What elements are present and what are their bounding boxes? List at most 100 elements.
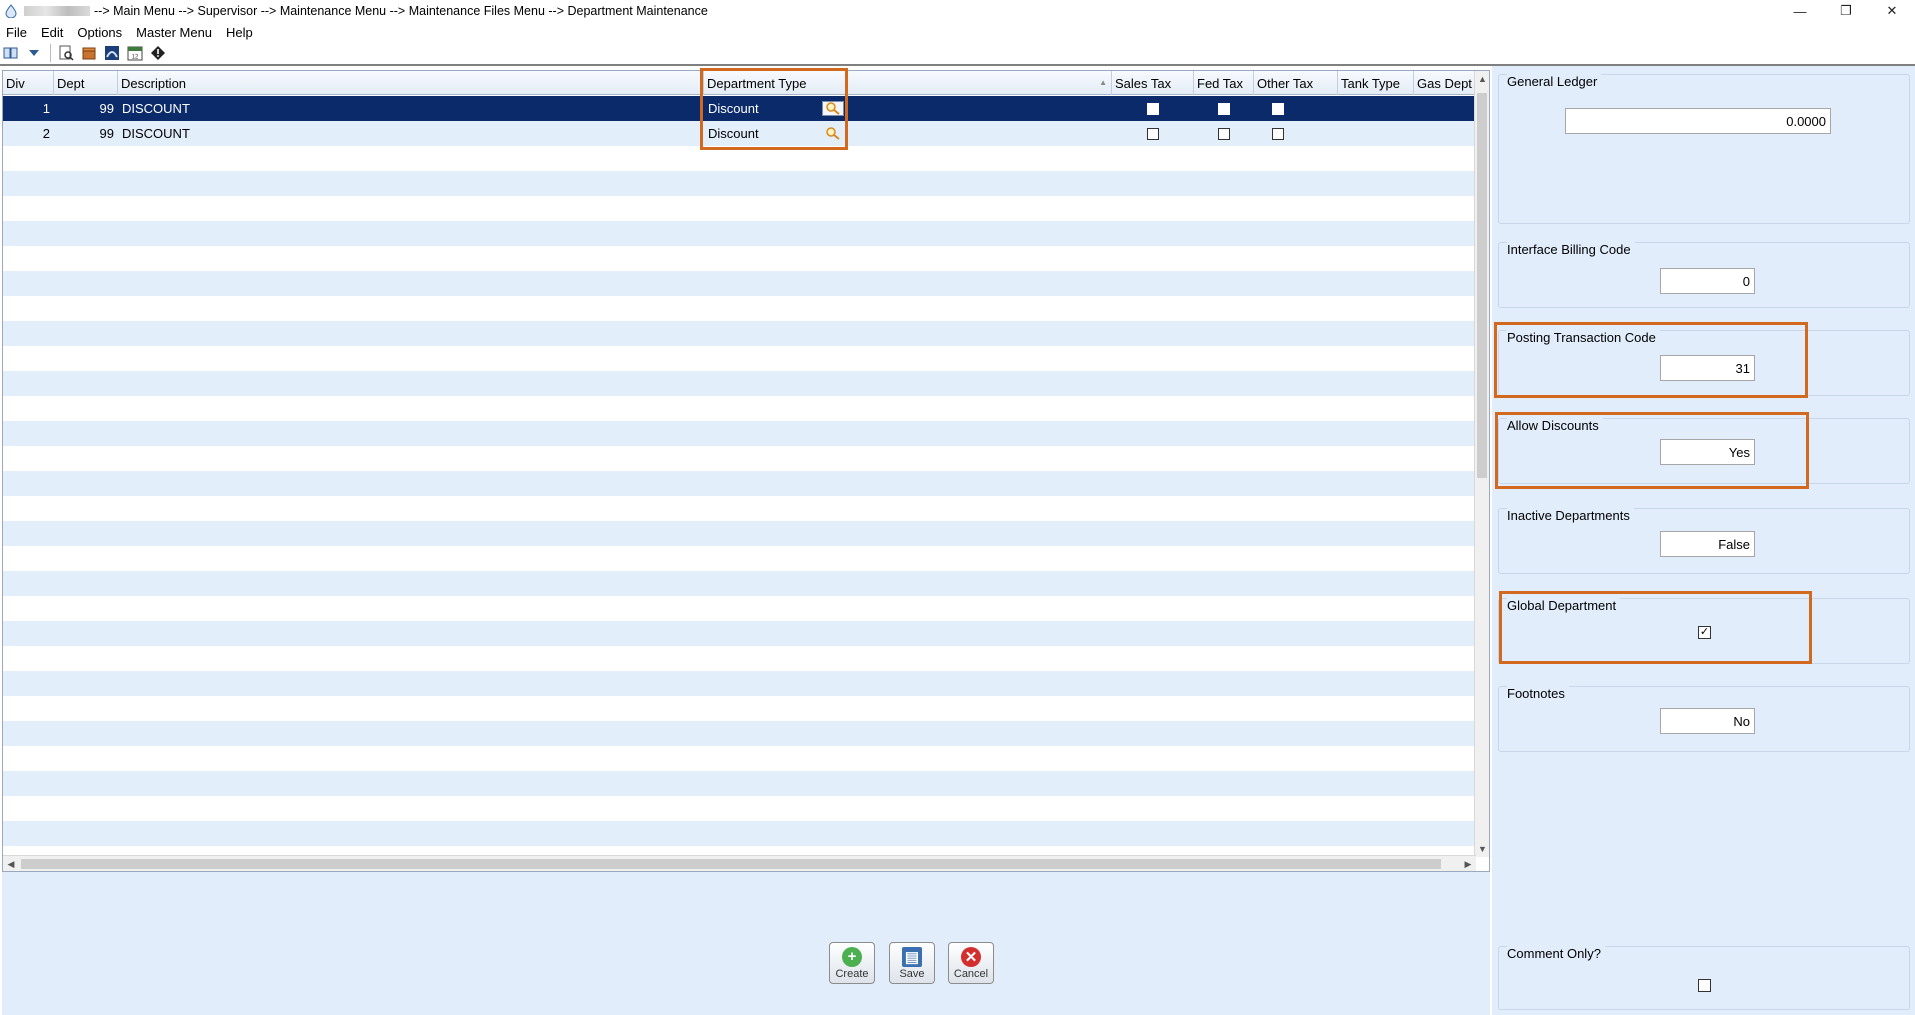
menu-help[interactable]: Help bbox=[226, 25, 253, 40]
inactive-departments-field[interactable]: False bbox=[1660, 531, 1755, 557]
magnifier-lookup-icon[interactable] bbox=[822, 101, 844, 116]
save-button[interactable]: ▤ Save bbox=[889, 942, 935, 984]
empty-row bbox=[3, 171, 1476, 196]
header-gas-dept[interactable]: Gas Dept bbox=[1414, 71, 1476, 95]
header-department-type[interactable]: Department Type ▲ bbox=[704, 71, 1112, 95]
print-preview-icon[interactable] bbox=[57, 44, 75, 62]
cell-department-type[interactable]: Discount bbox=[704, 96, 1112, 121]
magnifier-lookup-icon[interactable] bbox=[822, 126, 844, 141]
sales-tax-checkbox[interactable] bbox=[1147, 102, 1159, 115]
footnotes-group: Footnotes No bbox=[1498, 686, 1910, 752]
department-type-value: Discount bbox=[708, 126, 759, 141]
empty-row bbox=[3, 396, 1476, 421]
empty-row bbox=[3, 546, 1476, 571]
horizontal-scrollbar[interactable]: ◀ ▶ bbox=[3, 855, 1476, 871]
menu-file[interactable]: File bbox=[6, 25, 27, 40]
empty-row bbox=[3, 246, 1476, 271]
header-fed-tax[interactable]: Fed Tax bbox=[1194, 71, 1254, 95]
app-drop-icon bbox=[5, 4, 17, 18]
global-department-checkbox[interactable]: ✓ bbox=[1698, 626, 1711, 639]
dropdown-arrow-icon[interactable] bbox=[25, 44, 43, 62]
empty-row bbox=[3, 496, 1476, 521]
table-row[interactable]: 1 99 DISCOUNT Discount bbox=[3, 96, 1476, 121]
empty-row bbox=[3, 521, 1476, 546]
department-grid[interactable]: Div Dept Description Department Type ▲ S… bbox=[2, 70, 1490, 872]
create-button[interactable]: + Create bbox=[829, 942, 875, 984]
vertical-scroll-thumb[interactable] bbox=[1477, 93, 1487, 478]
fed-tax-checkbox[interactable] bbox=[1218, 127, 1230, 140]
toolbar-separator bbox=[50, 44, 51, 62]
cell-fed-tax[interactable] bbox=[1194, 121, 1254, 146]
scroll-right-icon[interactable]: ▶ bbox=[1460, 856, 1476, 871]
cell-other-tax[interactable] bbox=[1254, 96, 1338, 121]
empty-row bbox=[3, 221, 1476, 246]
cell-description: DISCOUNT bbox=[122, 101, 190, 116]
save-button-label: Save bbox=[899, 967, 925, 980]
header-dept[interactable]: Dept bbox=[54, 71, 118, 95]
other-tax-checkbox[interactable] bbox=[1272, 102, 1284, 115]
cell-other-tax[interactable] bbox=[1254, 121, 1338, 146]
sales-tax-checkbox[interactable] bbox=[1147, 127, 1159, 140]
general-ledger-field[interactable]: 0.0000 bbox=[1565, 108, 1831, 134]
empty-row bbox=[3, 621, 1476, 646]
x-circle-icon: ✕ bbox=[961, 946, 981, 967]
cell-department-type[interactable]: Discount bbox=[704, 121, 1112, 146]
empty-row bbox=[3, 571, 1476, 596]
cancel-button[interactable]: ✕ Cancel bbox=[948, 942, 994, 984]
cell-tank-type bbox=[1338, 96, 1414, 121]
header-description[interactable]: Description bbox=[118, 71, 704, 95]
scroll-left-icon[interactable]: ◀ bbox=[3, 856, 19, 871]
info-diamond-icon[interactable] bbox=[149, 44, 167, 62]
scroll-up-icon[interactable]: ▲ bbox=[1475, 71, 1489, 87]
cell-sales-tax[interactable] bbox=[1112, 96, 1194, 121]
header-tank-type[interactable]: Tank Type bbox=[1338, 71, 1414, 95]
sort-ascending-icon: ▲ bbox=[1099, 78, 1107, 87]
footnotes-label: Footnotes bbox=[1507, 686, 1569, 701]
allow-discounts-group: Allow Discounts Yes bbox=[1498, 418, 1910, 484]
grid-header: Div Dept Description Department Type ▲ S… bbox=[3, 71, 1476, 95]
posting-transaction-code-field[interactable]: 31 bbox=[1660, 355, 1755, 381]
inactive-departments-group: Inactive Departments False bbox=[1498, 508, 1910, 574]
empty-row bbox=[3, 596, 1476, 621]
calendar-icon[interactable]: 12 bbox=[126, 44, 144, 62]
checkmark-icon: ✓ bbox=[1699, 626, 1710, 638]
header-other-tax[interactable]: Other Tax bbox=[1254, 71, 1338, 95]
cancel-button-label: Cancel bbox=[953, 967, 989, 980]
allow-discounts-field[interactable]: Yes bbox=[1660, 439, 1755, 465]
cell-sales-tax[interactable] bbox=[1112, 121, 1194, 146]
vertical-scrollbar[interactable]: ▲ ▼ bbox=[1474, 71, 1489, 857]
cell-tank-type bbox=[1338, 121, 1414, 146]
empty-row bbox=[3, 421, 1476, 446]
header-sales-tax[interactable]: Sales Tax bbox=[1112, 71, 1194, 95]
minimize-button[interactable]: — bbox=[1777, 0, 1823, 22]
restore-button[interactable]: ❐ bbox=[1823, 0, 1869, 22]
footnotes-field[interactable]: No bbox=[1660, 708, 1755, 734]
fed-tax-checkbox[interactable] bbox=[1218, 102, 1230, 115]
scroll-down-icon[interactable]: ▼ bbox=[1475, 841, 1489, 857]
comment-only-checkbox[interactable] bbox=[1698, 979, 1711, 992]
inactive-departments-label: Inactive Departments bbox=[1507, 508, 1634, 523]
book-icon[interactable] bbox=[2, 44, 20, 62]
table-row[interactable]: 2 99 DISCOUNT Discount bbox=[3, 121, 1476, 146]
interface-billing-code-field[interactable]: 0 bbox=[1660, 268, 1755, 294]
department-type-value: Discount bbox=[708, 101, 759, 116]
menu-bar: File Edit Options Master Menu Help bbox=[0, 22, 1915, 42]
comment-only-label: Comment Only? bbox=[1507, 946, 1605, 961]
menu-options[interactable]: Options bbox=[77, 25, 122, 40]
menu-master-menu[interactable]: Master Menu bbox=[136, 25, 212, 40]
breadcrumb-path: --> Main Menu --> Supervisor --> Mainten… bbox=[94, 4, 708, 18]
title-bar: --> Main Menu --> Supervisor --> Mainten… bbox=[0, 0, 1915, 22]
allow-discounts-label: Allow Discounts bbox=[1507, 418, 1603, 433]
cell-fed-tax[interactable] bbox=[1194, 96, 1254, 121]
empty-row bbox=[3, 746, 1476, 771]
empty-row bbox=[3, 646, 1476, 671]
action-area: + Create ▤ Save ✕ Cancel bbox=[2, 872, 1490, 1015]
cell-div: 1 bbox=[42, 101, 50, 116]
other-tax-checkbox[interactable] bbox=[1272, 127, 1284, 140]
horizontal-scroll-thumb[interactable] bbox=[21, 859, 1441, 869]
package-icon[interactable] bbox=[80, 44, 98, 62]
header-div[interactable]: Div bbox=[3, 71, 54, 95]
close-button[interactable]: ✕ bbox=[1869, 0, 1915, 22]
menu-edit[interactable]: Edit bbox=[41, 25, 63, 40]
image-icon[interactable] bbox=[103, 44, 121, 62]
